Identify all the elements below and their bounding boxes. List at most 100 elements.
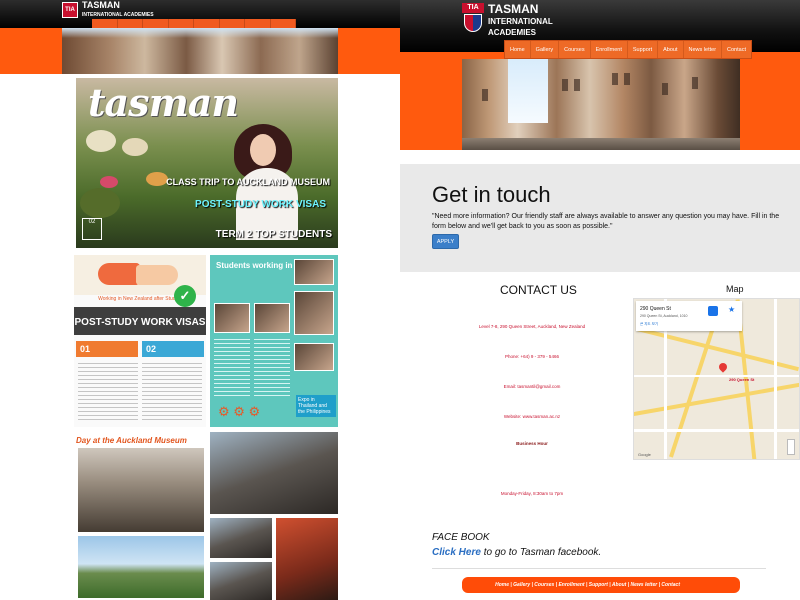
check-icon: ✓ (174, 285, 196, 307)
cover-headline-museum: CLASS TRIP TO AUCKLAND MUSEUM (166, 177, 330, 187)
group-photo (210, 432, 338, 514)
facebook-link[interactable]: Click Here (432, 547, 481, 558)
visa-page-title: POST-STUDY WORK VISAS (74, 307, 206, 335)
brand-line-2: INTERNATIONAL (488, 17, 553, 26)
visa-text-column (78, 363, 138, 423)
museum-page-title: Day at the Auckland Museum (76, 436, 187, 445)
brand-line-1: TASMAN (488, 2, 539, 16)
group-photo (210, 562, 272, 600)
industry-photo (214, 303, 250, 333)
museum-landscape-photo (78, 536, 204, 598)
map-larger-link[interactable]: 큰 지도 보기 (640, 322, 658, 327)
group-photo (276, 518, 338, 600)
contact-website[interactable]: Website: www.tasman.ac.nz (462, 414, 602, 419)
site-brand[interactable]: TASMAN INTERNATIONAL ACADEMIES (488, 2, 553, 37)
map-pin-label: 290 Queen St (729, 377, 755, 382)
cover-headline-visas: POST-STUDY WORK VISAS (195, 199, 326, 210)
nav-home[interactable]: Home (505, 41, 531, 58)
magazine-screenshot: TIA TASMAN INTERNATIONAL ACADEMIES tasma… (0, 0, 400, 600)
cover-issue-crest: 02 (82, 218, 102, 240)
industry-photo (294, 291, 334, 335)
map-attribution: Google (638, 452, 651, 457)
flower-shape (100, 176, 118, 188)
brand-line-3: ACADEMIES (488, 28, 537, 37)
museum-page: Day at the Auckland Museum (74, 432, 206, 600)
map-title: Map (726, 284, 744, 294)
facebook-title: FACE BOOK (432, 532, 490, 543)
gears-icon: ⚙ ⚙ ⚙ (218, 404, 261, 419)
contact-address: Level 7-8, 290 Queen Street, Auckland, N… (478, 324, 586, 329)
map-road (774, 299, 777, 459)
industry-caption: Expo in Thailand and the Philippines (296, 395, 336, 417)
map-card-address: 290 Queen St, Auckland, 1010 (640, 314, 688, 318)
shield-icon (464, 14, 482, 32)
map-info-card: 290 Queen St 290 Queen St, Auckland, 101… (636, 301, 742, 331)
foliage-shape (80, 188, 120, 218)
nav-courses[interactable]: Courses (559, 41, 591, 58)
nav-support[interactable]: Support (628, 41, 659, 58)
facebook-line: Click Here to go to Tasman facebook. (432, 547, 601, 558)
industry-photo (294, 343, 334, 371)
footer-separator (432, 568, 766, 569)
banner-window (624, 73, 630, 85)
map-zoom-control[interactable] (787, 439, 795, 455)
star-icon[interactable]: ★ (728, 305, 735, 314)
nav-newsletter[interactable]: News letter (684, 41, 723, 58)
visa-page: Working in New Zealand after Studies POS… (74, 255, 206, 427)
contact-title: CONTACT US (500, 283, 577, 297)
banner-sky (508, 59, 548, 123)
site-navbar: Home Gallery Courses Enrollment Support … (504, 40, 752, 59)
banner-window (574, 79, 580, 91)
website-screenshot: TIA TASMAN INTERNATIONAL ACADEMIES Home … (400, 0, 800, 600)
get-in-touch-text: "Need more information? Our friendly sta… (432, 213, 780, 230)
get-in-touch-title: Get in touch (432, 182, 551, 207)
visa-text-column (142, 363, 202, 423)
cover-person-face (250, 134, 276, 166)
site-footer[interactable]: Home | Gallery | Courses | Enrollment | … (462, 577, 740, 593)
banner-window (692, 77, 698, 89)
industry-photo (294, 259, 334, 285)
banner-window (612, 73, 618, 85)
group-photo (210, 518, 272, 558)
left-brand-sub: INTERNATIONAL ACADEMIES (82, 12, 154, 18)
left-brand-name: TASMAN (82, 0, 120, 10)
nav-contact[interactable]: Contact (722, 41, 751, 58)
flower-shape (86, 130, 116, 152)
contact-email[interactable]: Email: tasmantil@gmail.com (462, 384, 602, 389)
nav-gallery[interactable]: Gallery (531, 41, 560, 58)
banner-window (562, 79, 568, 91)
directions-icon[interactable] (708, 306, 718, 316)
site-street-banner (462, 59, 740, 150)
site-logo[interactable]: TIA (462, 3, 484, 33)
left-navbar[interactable] (92, 19, 296, 28)
flower-shape (122, 138, 148, 156)
industry-photo (254, 303, 290, 333)
banner-window (482, 89, 488, 101)
industry-text-column (214, 339, 250, 397)
industry-text-column (254, 339, 290, 397)
nav-enrollment[interactable]: Enrollment (591, 41, 628, 58)
map-road (634, 375, 799, 377)
business-hours: Monday-Friday, 8:30am to 7pm (500, 491, 564, 496)
museum-group-photo (78, 448, 204, 532)
left-brand: TASMAN INTERNATIONAL ACADEMIES (82, 1, 154, 19)
banner-window (662, 83, 668, 95)
cover-headline-students: TERM 2 TOP STUDENTS (215, 229, 332, 240)
apply-button[interactable]: APPLY (432, 234, 459, 249)
business-hours-title: Business Hour (516, 441, 548, 446)
magazine-cover: tasman CLASS TRIP TO AUCKLAND MUSEUM POS… (76, 78, 338, 248)
cover-masthead: tasman (88, 80, 239, 125)
visa-step-2: 02 (142, 341, 204, 357)
contact-phone: Phone: +64) 9 - 379 - 5466 (505, 354, 559, 359)
google-map[interactable]: 290 Queen St 290 Queen St, Auckland, 101… (633, 298, 800, 460)
banner-road (462, 138, 740, 150)
tia-badge: TIA (462, 3, 484, 13)
map-pin-icon[interactable] (717, 361, 729, 373)
industry-page: Students working in industry Expo in Tha… (210, 255, 338, 427)
map-card-title: 290 Queen St (640, 306, 671, 312)
left-street-banner (62, 28, 338, 74)
nav-about[interactable]: About (658, 41, 684, 58)
left-logo[interactable]: TIA (62, 2, 78, 18)
hand-right-shape (136, 265, 178, 285)
facebook-link-suffix: to go to Tasman facebook. (480, 547, 602, 558)
